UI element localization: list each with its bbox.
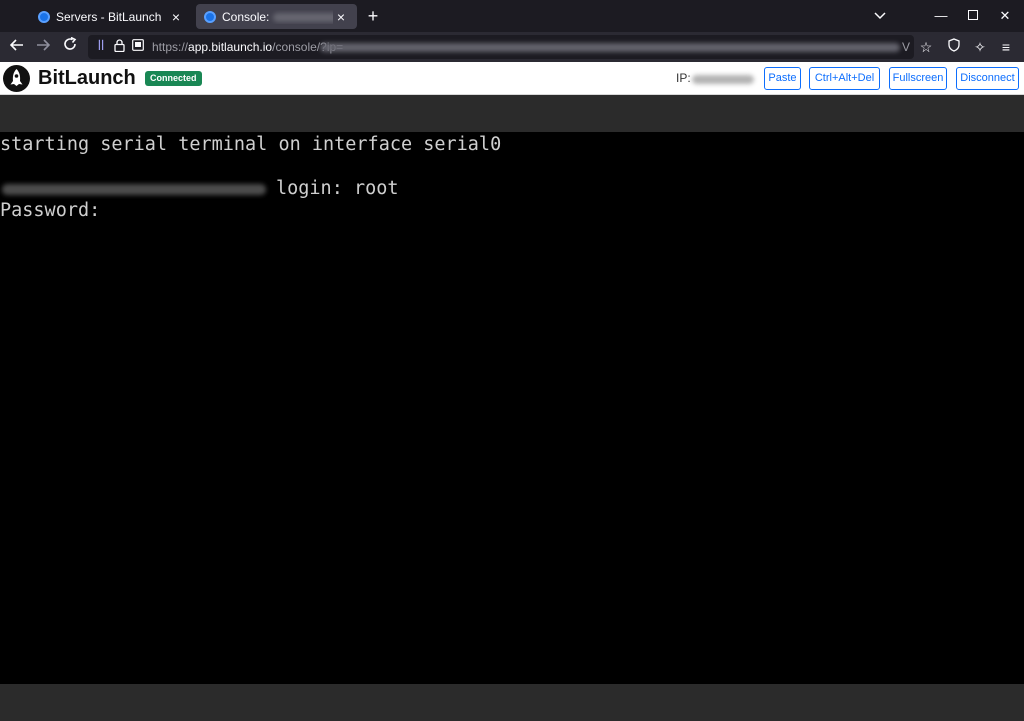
site-permissions-icon[interactable]: ꟾꟾ [94, 39, 108, 55]
brand-name: BitLaunch [38, 67, 136, 89]
console-bottom-padding [0, 684, 1024, 721]
redacted-ip-address [692, 75, 754, 84]
url-scheme: https:// [152, 40, 189, 54]
terminal-line-serial: starting serial terminal on interface se… [0, 134, 502, 155]
bitlaunch-favicon-icon [38, 10, 50, 23]
bitlaunch-rocket-logo-icon [3, 65, 30, 92]
tab-servers[interactable]: Servers - BitLaunch × [30, 4, 192, 29]
redacted-url-query [320, 43, 900, 52]
paste-button[interactable]: Paste [764, 67, 801, 90]
lock-icon[interactable] [112, 39, 126, 55]
redacted-hostname [2, 184, 266, 195]
tab-title: Servers - BitLaunch [56, 9, 162, 24]
fullscreen-button[interactable]: Fullscreen [889, 67, 947, 90]
redacted-text [272, 12, 333, 22]
extension-icon[interactable]: ✧ [970, 37, 990, 57]
ctrl-alt-del-button[interactable]: Ctrl+Alt+Del [809, 67, 880, 90]
bitlaunch-favicon-icon [204, 10, 216, 23]
close-tab-icon[interactable]: × [333, 9, 349, 25]
browser-tab-strip: Servers - BitLaunch × Console: × + — ✕ [0, 0, 1024, 32]
hamburger-menu-icon[interactable]: ≡ [996, 37, 1016, 57]
terminal-line-login: login: root [276, 178, 399, 199]
terminal-line-password: Password: [0, 200, 101, 221]
close-tab-icon[interactable]: × [168, 9, 184, 25]
url-text: https://app.bitlaunch.io/console/?ip= [152, 40, 343, 54]
app-header: BitLaunch Connected IP: Paste Ctrl+Alt+D… [0, 62, 1024, 95]
back-arrow-icon[interactable] [7, 37, 27, 57]
tab-console[interactable]: Console: × [196, 4, 357, 29]
url-tail: V [902, 40, 911, 54]
url-host: app.bitlaunch.io [188, 40, 273, 54]
tab-title: Console: [222, 10, 333, 24]
star-icon[interactable]: ☆ [916, 37, 936, 57]
reload-icon[interactable] [60, 36, 80, 57]
new-tab-button[interactable]: + [362, 6, 384, 28]
tab-title-text: Console: [222, 9, 270, 24]
disconnect-button[interactable]: Disconnect [956, 67, 1019, 90]
maximize-icon[interactable] [962, 6, 984, 26]
url-bar[interactable]: ꟾꟾ https://app.bitlaunch.io/console/?ip=… [88, 35, 914, 59]
shield-icon[interactable] [944, 37, 964, 57]
forward-arrow-icon[interactable] [33, 37, 53, 57]
ip-label: IP: [676, 71, 691, 85]
console-top-padding [0, 95, 1024, 132]
serial-terminal[interactable]: starting serial terminal on interface se… [0, 132, 1024, 684]
list-all-tabs-chevron-down-icon[interactable] [869, 6, 891, 26]
window-close-icon[interactable]: ✕ [994, 6, 1016, 26]
page-icon [131, 39, 145, 55]
minimize-icon[interactable]: — [930, 6, 952, 26]
status-badge: Connected [145, 71, 202, 86]
browser-navigation-bar: ꟾꟾ https://app.bitlaunch.io/console/?ip=… [0, 32, 1024, 62]
